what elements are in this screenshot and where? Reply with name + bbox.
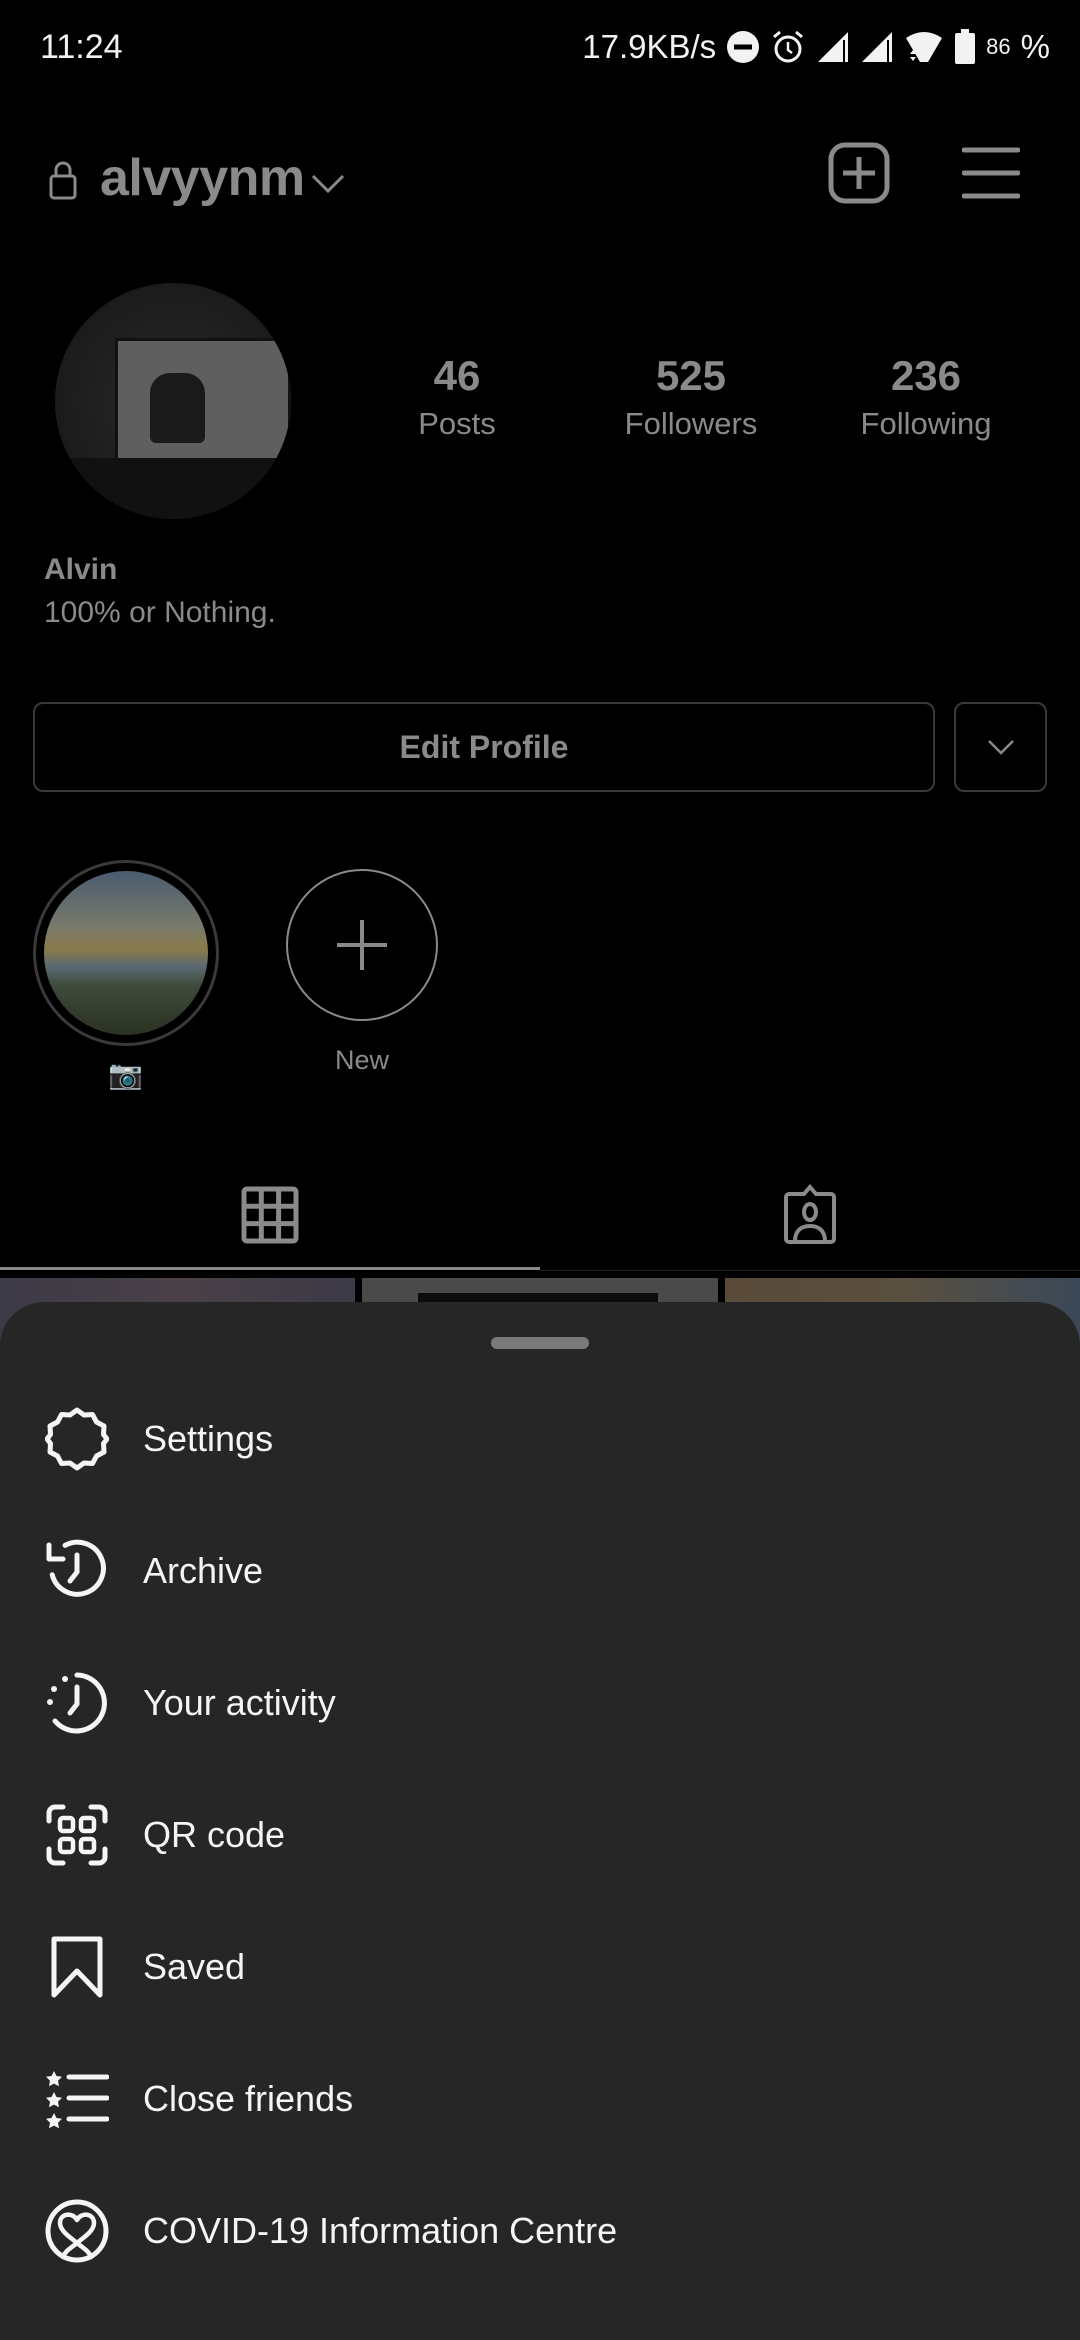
profile-name: Alvin <box>44 553 118 586</box>
close-friends-list-icon <box>46 2071 109 2129</box>
signal-icon <box>862 32 893 62</box>
avatar-photo-person <box>150 373 205 443</box>
tab-tagged[interactable] <box>540 1160 1080 1270</box>
grid-icon <box>241 1186 299 1244</box>
posts-count: 46 <box>433 352 481 399</box>
posts-label: Posts <box>418 406 496 441</box>
profile-avatar[interactable] <box>55 283 291 519</box>
tab-divider <box>540 1270 1080 1271</box>
qr-code-icon <box>46 1804 108 1866</box>
tab-posts-grid[interactable] <box>0 1160 540 1270</box>
new-post-icon[interactable] <box>828 142 890 204</box>
menu-item-covid-info[interactable]: COVID-19 Information Centre <box>0 2165 1080 2297</box>
new-highlight-button[interactable] <box>286 869 438 1021</box>
avatar-photo-desk <box>55 458 291 519</box>
menu-item-qr-code[interactable]: QR code <box>0 1769 1080 1901</box>
following-count: 236 <box>890 352 962 399</box>
signal-icon <box>818 32 849 62</box>
menu-item-label: Settings <box>143 1418 274 1459</box>
stat-following[interactable]: 236 Following <box>816 352 1036 442</box>
sheet-drag-handle[interactable] <box>491 1337 589 1349</box>
new-highlight-label: New <box>334 1045 389 1075</box>
battery-level: 86 <box>986 34 1011 59</box>
plus-icon <box>337 920 387 970</box>
chevron-down-icon <box>987 740 1014 755</box>
highlight-label: 📷 <box>108 1059 143 1090</box>
discover-people-toggle-button[interactable] <box>954 702 1047 792</box>
following-label: Following <box>860 406 992 441</box>
edit-profile-button[interactable]: Edit Profile <box>33 702 935 792</box>
activity-clock-icon <box>47 1672 107 1734</box>
menu-item-close-friends[interactable]: Close friends <box>0 2033 1080 2165</box>
stat-followers[interactable]: 525 Followers <box>581 352 801 442</box>
battery-percent-sign: % <box>1020 28 1050 65</box>
menu-item-label: QR code <box>143 1814 286 1855</box>
followers-count: 525 <box>655 352 727 399</box>
menu-item-settings[interactable]: Settings <box>0 1373 1080 1505</box>
menu-item-your-activity[interactable]: Your activity <box>0 1637 1080 1769</box>
active-tab-indicator <box>0 1267 540 1270</box>
alarm-icon <box>773 30 804 63</box>
wifi-icon <box>906 32 943 62</box>
profile-bio: 100% or Nothing. <box>44 596 276 629</box>
followers-label: Followers <box>624 406 758 441</box>
menu-item-label: Your activity <box>143 1682 336 1723</box>
dnd-icon <box>727 31 760 63</box>
tagged-person-icon <box>784 1184 836 1244</box>
username-switcher[interactable]: alvyynm <box>100 148 305 208</box>
menu-item-archive[interactable]: Archive <box>0 1505 1080 1637</box>
menu-item-saved[interactable]: Saved <box>0 1901 1080 2033</box>
archive-history-icon <box>46 1539 106 1597</box>
battery-icon <box>955 29 976 64</box>
story-highlight[interactable] <box>33 860 219 1046</box>
menu-item-label: COVID-19 Information Centre <box>143 2210 618 2251</box>
status-icons: 17.9KB/s 86 % <box>582 28 1050 66</box>
stat-posts[interactable]: 46 Posts <box>347 352 567 442</box>
menu-item-label: Close friends <box>143 2078 354 2119</box>
status-time: 11:24 <box>40 28 123 66</box>
hamburger-menu-icon[interactable] <box>962 146 1020 200</box>
chevron-down-icon[interactable] <box>310 172 346 194</box>
highlight-cover-image <box>44 871 208 1035</box>
menu-item-label: Saved <box>143 1946 246 1987</box>
covid-heart-icon <box>45 2199 109 2263</box>
bookmark-icon <box>51 1936 103 1998</box>
menu-item-label: Archive <box>143 1550 264 1591</box>
lock-icon <box>49 161 77 200</box>
network-speed: 17.9KB/s <box>582 28 717 65</box>
settings-gear-icon <box>45 1407 109 1471</box>
